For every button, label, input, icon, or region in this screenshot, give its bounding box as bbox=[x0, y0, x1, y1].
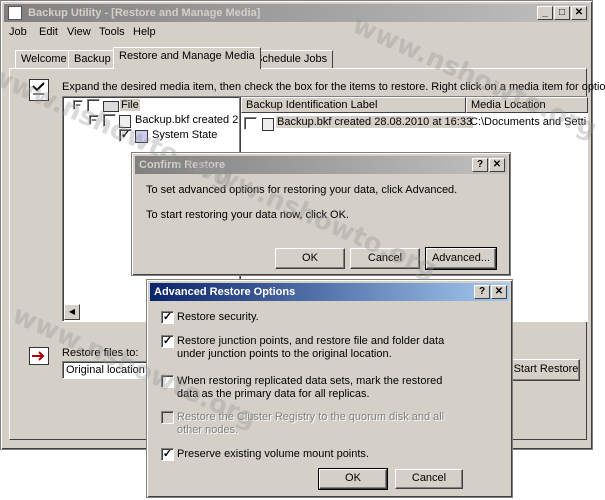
tree-root-expander[interactable]: − bbox=[73, 100, 83, 110]
close-button[interactable]: ✕ bbox=[571, 6, 587, 20]
menu-help[interactable]: Help bbox=[133, 25, 156, 39]
option-mount-points-label: Preserve existing volume mount points. bbox=[177, 448, 369, 460]
app-icon bbox=[8, 6, 22, 21]
menu-job[interactable]: Job bbox=[9, 25, 27, 39]
restore-to-select[interactable]: Original location bbox=[62, 361, 158, 379]
confirm-title-bar[interactable]: Confirm Restore ? ✕ bbox=[135, 156, 507, 174]
advanced-close-button[interactable]: ✕ bbox=[491, 285, 507, 299]
confirm-cancel-button[interactable]: Cancel bbox=[350, 248, 420, 269]
maximize-button[interactable]: □ bbox=[554, 6, 570, 20]
list-row-checkbox[interactable] bbox=[244, 117, 257, 130]
backup-file-icon bbox=[119, 115, 131, 128]
confirm-line-2: To start restoring your data now, click … bbox=[146, 209, 349, 221]
tree-child-checkbox[interactable] bbox=[103, 114, 116, 127]
column-header-label[interactable]: Backup Identification Label bbox=[241, 97, 466, 113]
system-state-icon bbox=[135, 130, 148, 143]
tree-grandchild-checkbox[interactable]: ✓ bbox=[119, 129, 132, 142]
advanced-restore-dialog: Advanced Restore Options ? ✕ ✓ Restore s… bbox=[146, 279, 513, 498]
option-replicated-checkbox[interactable] bbox=[161, 375, 174, 388]
advanced-help-button[interactable]: ? bbox=[474, 285, 490, 299]
instruction-text: Expand the desired media item, then chec… bbox=[62, 81, 605, 93]
tree-child-label[interactable]: Backup.bkf created 2 bbox=[135, 114, 238, 126]
option-junction-points-checkbox[interactable]: ✓ bbox=[161, 335, 174, 348]
restore-to-label: Restore files to: bbox=[62, 347, 139, 359]
option-mount-points-checkbox[interactable]: ✓ bbox=[161, 448, 174, 461]
advanced-ok-button[interactable]: OK bbox=[318, 468, 388, 490]
main-window-title: Backup Utility - [Restore and Manage Med… bbox=[28, 7, 261, 19]
confirm-advanced-button[interactable]: Advanced... bbox=[425, 247, 497, 270]
tab-backup[interactable]: Backup bbox=[68, 50, 117, 68]
confirm-close-button[interactable]: ✕ bbox=[489, 158, 505, 172]
tab-welcome[interactable]: Welcome bbox=[15, 50, 73, 68]
tree-child-expander[interactable]: − bbox=[89, 115, 99, 125]
option-replicated-label: When restoring replicated data sets, mar… bbox=[177, 375, 443, 400]
restore-to-value: Original location bbox=[66, 364, 145, 376]
tree-scroll-left[interactable]: ◀ bbox=[64, 304, 80, 320]
main-title-bar[interactable]: Backup Utility - [Restore and Manage Med… bbox=[4, 4, 589, 22]
tree-root-label[interactable]: File bbox=[120, 99, 140, 111]
tab-restore[interactable]: Restore and Manage Media bbox=[113, 47, 261, 69]
confirm-title: Confirm Restore bbox=[139, 159, 226, 171]
list-row-file-icon bbox=[262, 118, 274, 131]
tree-root-checkbox[interactable] bbox=[87, 99, 100, 112]
option-restore-security-checkbox[interactable]: ✓ bbox=[161, 311, 174, 324]
option-restore-security-label: Restore security. bbox=[177, 311, 259, 323]
confirm-restore-dialog: Confirm Restore ? ✕ To set advanced opti… bbox=[131, 152, 511, 276]
start-restore-button[interactable]: Start Restore bbox=[512, 359, 580, 381]
list-row-label[interactable]: Backup.bkf created 28.08.2010 at 16:33 bbox=[276, 116, 474, 128]
menu-edit[interactable]: Edit bbox=[39, 25, 58, 39]
advanced-title-bar[interactable]: Advanced Restore Options ? ✕ bbox=[150, 283, 509, 301]
tree-grandchild-label[interactable]: System State bbox=[152, 129, 217, 141]
restore-icon bbox=[29, 79, 49, 101]
menu-view[interactable]: View bbox=[67, 25, 91, 39]
confirm-help-button[interactable]: ? bbox=[472, 158, 488, 172]
column-header-location[interactable]: Media Location bbox=[466, 97, 588, 113]
menu-tools[interactable]: Tools bbox=[99, 25, 125, 39]
list-row-location: C:\Documents and Settin bbox=[470, 116, 586, 128]
confirm-ok-button[interactable]: OK bbox=[275, 248, 345, 269]
drive-icon bbox=[103, 101, 119, 112]
option-cluster-registry-label: Restore the Cluster Registry to the quor… bbox=[177, 411, 445, 436]
restore-to-icon bbox=[29, 347, 49, 365]
advanced-title: Advanced Restore Options bbox=[154, 286, 296, 298]
advanced-cancel-button[interactable]: Cancel bbox=[395, 469, 463, 489]
confirm-line-1: To set advanced options for restoring yo… bbox=[146, 184, 458, 196]
option-cluster-registry-checkbox bbox=[161, 411, 174, 424]
minimize-button[interactable]: _ bbox=[537, 6, 553, 20]
tab-schedule-jobs[interactable]: Schedule Jobs bbox=[249, 50, 334, 68]
option-junction-points-label: Restore junction points, and restore fil… bbox=[177, 335, 445, 360]
